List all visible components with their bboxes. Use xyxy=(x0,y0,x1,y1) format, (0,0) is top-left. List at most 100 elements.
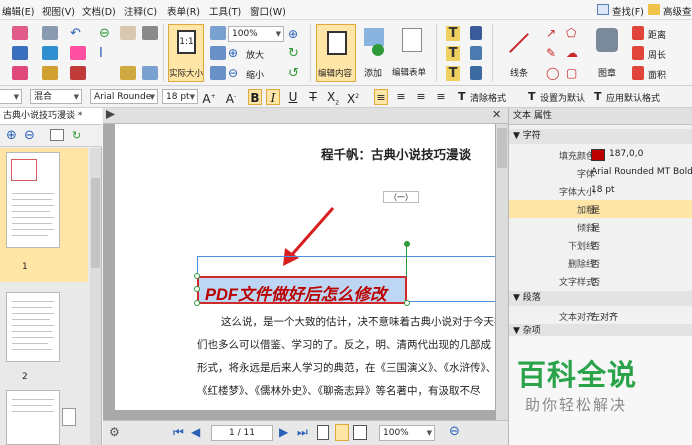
email-icon[interactable] xyxy=(42,26,58,40)
menu-advanced-find[interactable]: 高级查 xyxy=(663,4,692,18)
superscript-button[interactable]: X2 xyxy=(346,89,360,106)
resize-handle[interactable] xyxy=(194,286,200,292)
zoom-in-button[interactable]: 放大 xyxy=(246,48,264,61)
font-size-combo[interactable]: 18 pt ▼ xyxy=(162,89,198,104)
sound-icon[interactable] xyxy=(470,66,482,80)
previous-page-icon[interactable]: ◀ xyxy=(191,425,200,439)
menu-window[interactable]: 窗口(W) xyxy=(250,4,286,18)
pin-icon[interactable] xyxy=(470,26,482,40)
menu-form[interactable]: 表单(R) xyxy=(167,4,200,18)
thumbnail-page-2[interactable] xyxy=(6,292,60,362)
rotate-left-icon[interactable]: ↺ xyxy=(288,66,299,81)
font-grow-button[interactable]: A+ xyxy=(202,89,216,106)
prop-row-font[interactable]: 字体 Arial Rounded MT Bold xyxy=(509,164,692,182)
menu-view[interactable]: 视图(V) xyxy=(42,4,75,18)
perimeter-button[interactable]: 周长 xyxy=(648,48,666,61)
undo-icon[interactable]: ↶ xyxy=(70,26,81,41)
scrollbar-thumb[interactable] xyxy=(497,128,507,168)
text-select-icon[interactable]: I xyxy=(99,46,103,61)
zoom-out-button[interactable]: 缩小 xyxy=(246,68,264,81)
selected-text[interactable]: PDF文件做好后怎么修改 xyxy=(205,281,387,305)
thumb-options-icon[interactable] xyxy=(50,129,64,141)
menu-comment[interactable]: 注释(C) xyxy=(124,4,157,18)
expand-icon[interactable] xyxy=(106,110,115,119)
fit-visible-icon[interactable] xyxy=(210,66,226,80)
select-icon[interactable] xyxy=(70,46,86,60)
selected-text-box[interactable]: PDF文件做好后怎么修改 xyxy=(197,276,407,304)
thumb-zoom-in-icon[interactable]: ⊕ xyxy=(6,128,17,143)
edit-content-button[interactable]: 编辑内容 xyxy=(316,24,356,82)
single-page-icon[interactable] xyxy=(317,425,329,440)
arrow-icon[interactable]: ↗ xyxy=(546,26,556,40)
bold-button[interactable]: B xyxy=(248,89,262,105)
align-right-button[interactable]: ≡ xyxy=(414,89,428,105)
resize-handle[interactable] xyxy=(404,300,410,306)
prop-row-fill-color[interactable]: 填充颜色 187,0,0 xyxy=(509,146,692,164)
align-center-button[interactable]: ≡ xyxy=(394,89,408,105)
thumbnail-scrollbar[interactable] xyxy=(90,148,101,445)
font-combo[interactable]: Arial Rounde ▼ xyxy=(90,89,158,104)
section-character[interactable]: ▼ 字符 xyxy=(509,129,692,144)
italic-button[interactable]: I xyxy=(266,89,280,105)
zoom-in-circle-icon[interactable]: ⊕ xyxy=(288,27,298,41)
print-icon[interactable] xyxy=(12,46,28,60)
apply-default-button[interactable]: 应用默认格式 xyxy=(606,91,660,104)
fit-page-icon[interactable] xyxy=(210,26,226,40)
close-icon[interactable]: ✕ xyxy=(492,108,501,121)
font-shrink-button[interactable]: A- xyxy=(224,89,238,106)
next-page-icon[interactable]: ▶ xyxy=(279,425,288,439)
prop-row-text-align[interactable]: 文本对齐 左对齐 xyxy=(509,307,692,325)
area-button[interactable]: 面积 xyxy=(648,68,666,81)
prop-row-font-size[interactable]: 字体大小 18 pt xyxy=(509,182,692,200)
pages-icon[interactable] xyxy=(12,66,28,80)
thumbnail-page-3[interactable] xyxy=(6,390,60,445)
underline-button[interactable]: U xyxy=(286,89,300,105)
zoom-in-icon[interactable]: ⊕ xyxy=(228,46,238,60)
rectangle-icon[interactable]: ▢ xyxy=(566,66,577,80)
continuous-page-icon[interactable] xyxy=(335,424,349,441)
menu-edit[interactable]: 编辑(E) xyxy=(2,4,34,18)
prop-row-underline[interactable]: 下划线 否 xyxy=(509,236,692,254)
thumb-rotate-icon[interactable]: ↻ xyxy=(72,129,81,142)
justify-button[interactable]: ≡ xyxy=(434,89,448,105)
stamp-button[interactable]: 图章 xyxy=(590,24,624,82)
blend-mode-combo[interactable]: 混合 ▼ xyxy=(30,89,82,104)
clear-format-button[interactable]: 清除格式 xyxy=(470,91,506,104)
fit-width-icon[interactable] xyxy=(210,46,226,60)
align-left-button[interactable]: ≡ xyxy=(374,89,388,105)
document-scrollbar[interactable] xyxy=(496,124,508,420)
add-button[interactable]: 添加 xyxy=(360,24,388,82)
edit-form-button[interactable]: 编辑表单 xyxy=(392,24,432,82)
set-default-button[interactable]: 设置为默认 xyxy=(540,91,585,104)
oval-icon[interactable]: ◯ xyxy=(546,66,559,80)
pencil-icon[interactable]: ✎ xyxy=(546,46,556,60)
prop-row-italic[interactable]: 倾斜 是 xyxy=(509,218,692,236)
text-tool-icon[interactable]: T xyxy=(446,26,460,41)
prop-row-text-style[interactable]: 文字样式 否 xyxy=(509,272,692,290)
comment-icon[interactable] xyxy=(120,66,136,80)
thumbnail-item-1[interactable]: 1 xyxy=(0,148,88,282)
distance-button[interactable]: 距离 xyxy=(648,28,666,41)
polygon-icon[interactable]: ⬠ xyxy=(566,26,576,40)
folder-open-icon[interactable] xyxy=(42,66,58,80)
line-button[interactable]: 线条 xyxy=(496,24,540,82)
fill-color-swatch[interactable] xyxy=(591,149,605,161)
menu-tools[interactable]: 工具(T) xyxy=(209,4,241,18)
strikethrough-button[interactable]: T xyxy=(306,89,320,105)
resize-handle[interactable] xyxy=(194,273,200,279)
view-icon[interactable] xyxy=(142,66,158,80)
subscript-button[interactable]: X2 xyxy=(326,89,340,106)
attach-icon[interactable] xyxy=(470,46,482,60)
settings-icon[interactable]: ⚙ xyxy=(109,425,120,439)
rotate-handle[interactable] xyxy=(404,241,410,247)
typewriter-icon[interactable]: T xyxy=(446,46,460,61)
resize-handle[interactable] xyxy=(194,300,200,306)
last-page-icon[interactable]: ⏭ xyxy=(297,425,308,440)
snapshot-icon[interactable] xyxy=(70,66,86,80)
status-zoom-out-icon[interactable]: ⊖ xyxy=(449,424,460,439)
document-tab[interactable]: 古典小说技巧漫谈 * xyxy=(0,108,102,125)
first-page-icon[interactable]: ⏮ xyxy=(173,425,184,440)
section-paragraph[interactable]: ▼ 段落 xyxy=(509,291,692,306)
prop-row-bold[interactable]: 加粗 是 xyxy=(509,200,692,218)
hand-icon[interactable] xyxy=(120,26,136,40)
